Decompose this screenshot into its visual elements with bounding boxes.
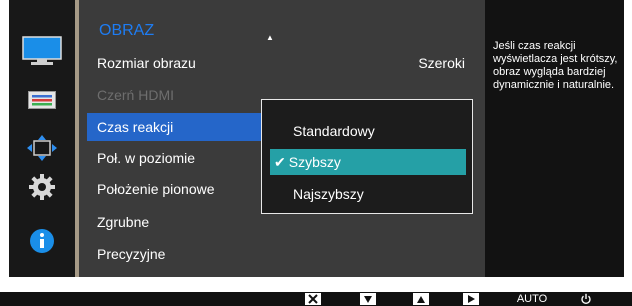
info-icon[interactable] <box>22 226 62 256</box>
bottom-button-bar: AUTO <box>0 292 632 306</box>
menu-item-response-time[interactable]: Czas reakcji <box>87 113 272 141</box>
right-arrow-icon[interactable] <box>462 292 480 306</box>
option-standard[interactable]: Standardowy <box>270 118 466 144</box>
gear-icon[interactable] <box>22 172 62 202</box>
auto-label: AUTO <box>516 293 548 305</box>
menu-item-label: Rozmiar obrazu <box>97 55 196 71</box>
menu-item-hdmi-black: Czerń HDMI <box>97 81 174 109</box>
help-panel: Jeśli czas reakcji wyświetlacza jest kró… <box>485 0 624 277</box>
option-label: Szybszy <box>288 154 341 170</box>
monitor-icon[interactable] <box>22 36 62 66</box>
menu-item-label: Poł. w poziomie <box>97 150 196 166</box>
option-label: Standardowy <box>293 123 375 139</box>
menu-item-coarse[interactable]: Zgrubne <box>97 208 149 236</box>
menu-item-fine[interactable]: Precyzyjne <box>97 240 165 268</box>
menu-title: OBRAZ <box>99 22 155 39</box>
image-size-value: Szeroki <box>418 55 465 71</box>
menu-item-label: Czas reakcji <box>97 119 174 135</box>
down-arrow-icon[interactable] <box>359 292 377 306</box>
help-text: Jeśli czas reakcji wyświetlacza jest kró… <box>493 40 618 91</box>
response-time-popup: Standardowy ✔ Szybszy Najszybszy <box>261 99 473 214</box>
menu-item-v-position[interactable]: Położenie pionowe <box>97 175 215 203</box>
icon-sidebar <box>9 0 75 277</box>
menu-item-label: Zgrubne <box>97 214 150 230</box>
menu-item-label: Czerń HDMI <box>97 87 175 103</box>
power-icon[interactable] <box>577 292 595 306</box>
close-icon[interactable] <box>304 292 322 306</box>
settings-bars-icon[interactable] <box>22 85 62 115</box>
menu-item-image-size[interactable]: Rozmiar obrazu <box>97 49 196 77</box>
option-label: Najszybszy <box>293 186 364 202</box>
up-arrow-icon[interactable] <box>412 292 430 306</box>
auto-button[interactable]: AUTO <box>512 292 552 306</box>
menu-item-label: Precyzyjne <box>97 246 166 262</box>
menu-item-h-position[interactable]: Poł. w poziomie <box>97 144 195 172</box>
checkmark-icon: ✔ <box>274 154 286 170</box>
scroll-up-icon[interactable]: ▲ <box>266 33 274 42</box>
option-fastest[interactable]: Najszybszy <box>270 181 466 207</box>
option-faster[interactable]: ✔ Szybszy <box>270 149 466 175</box>
menu-item-label: Położenie pionowe <box>97 181 215 197</box>
resize-arrows-icon[interactable] <box>22 133 62 163</box>
